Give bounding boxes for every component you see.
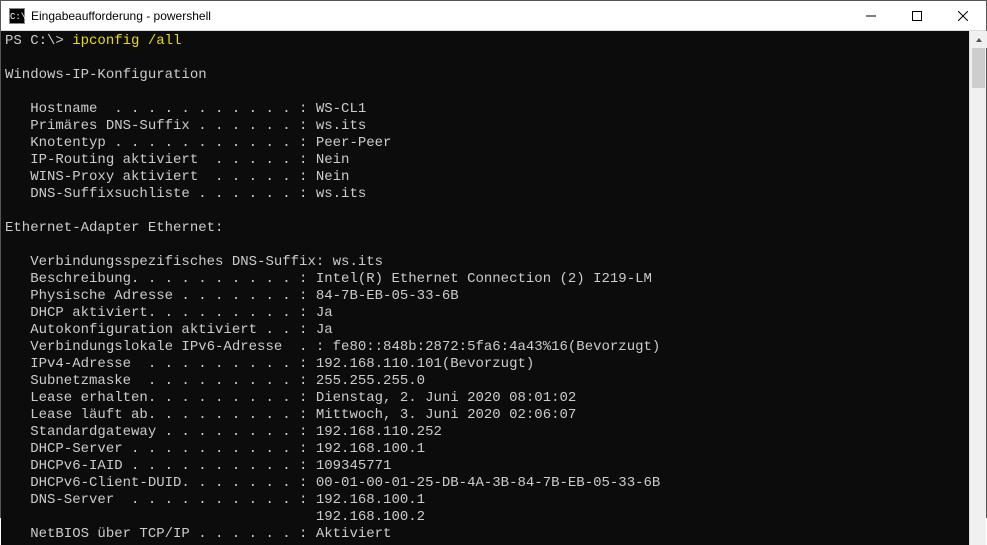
adapter-line: DNS-Server . . . . . . . . . . : 192.168…: [5, 492, 425, 508]
config-line: Primäres DNS-Suffix . . . . . . : ws.its: [5, 118, 366, 134]
close-button[interactable]: [940, 1, 986, 31]
vertical-scrollbar[interactable]: [969, 31, 986, 545]
adapter-header: Ethernet-Adapter Ethernet:: [5, 220, 223, 236]
config-line: IP-Routing aktiviert . . . . . : Nein: [5, 152, 349, 168]
adapter-line: Standardgateway . . . . . . . . : 192.16…: [5, 424, 442, 440]
close-icon: [958, 11, 968, 21]
config-line: Knotentyp . . . . . . . . . . . : Peer-P…: [5, 135, 391, 151]
config-line: DNS-Suffixsuchliste . . . . . . : ws.its: [5, 186, 366, 202]
console-output[interactable]: PS C:\> ipconfig /all Windows-IP-Konfigu…: [1, 31, 969, 545]
scrollbar-thumb[interactable]: [972, 48, 985, 88]
maximize-button[interactable]: [894, 1, 940, 31]
command-prompt-window: C:\ Eingabeaufforderung - powershell PS …: [0, 0, 987, 518]
adapter-line: DHCP aktiviert. . . . . . . . . : Ja: [5, 305, 333, 321]
scrollbar-up-button[interactable]: [970, 31, 987, 48]
adapter-line: Verbindungsspezifisches DNS-Suffix: ws.i…: [5, 254, 383, 270]
adapter-line: DHCPv6-Client-DUID. . . . . . . : 00-01-…: [5, 475, 660, 491]
adapter-line: Lease erhalten. . . . . . . . . : Dienst…: [5, 390, 576, 406]
prompt-text: PS C:\>: [5, 33, 72, 49]
adapter-line: IPv4-Adresse . . . . . . . . . : 192.168…: [5, 356, 534, 372]
section-header: Windows-IP-Konfiguration: [5, 67, 207, 83]
adapter-line: Physische Adresse . . . . . . . : 84-7B-…: [5, 288, 459, 304]
adapter-line: 192.168.100.2: [5, 509, 425, 525]
adapter-line: Subnetzmaske . . . . . . . . . : 255.255…: [5, 373, 425, 389]
chevron-up-icon: [975, 36, 983, 44]
adapter-line: Beschreibung. . . . . . . . . . : Intel(…: [5, 271, 652, 287]
app-icon: C:\: [9, 8, 25, 24]
adapter-line: DHCP-Server . . . . . . . . . . : 192.16…: [5, 441, 425, 457]
adapter-line: Autokonfiguration aktiviert . . : Ja: [5, 322, 333, 338]
adapter-line: Verbindungslokale IPv6-Adresse . : fe80:…: [5, 339, 660, 355]
command-text: ipconfig /all: [72, 33, 181, 49]
window-title: Eingabeaufforderung - powershell: [31, 9, 211, 23]
maximize-icon: [912, 11, 922, 21]
console-area: PS C:\> ipconfig /all Windows-IP-Konfigu…: [1, 31, 986, 545]
minimize-icon: [866, 11, 876, 21]
adapter-line: NetBIOS über TCP/IP . . . . . . : Aktivi…: [5, 526, 391, 542]
config-line: WINS-Proxy aktiviert . . . . . : Nein: [5, 169, 349, 185]
adapter-line: DHCPv6-IAID . . . . . . . . . . : 109345…: [5, 458, 391, 474]
minimize-button[interactable]: [848, 1, 894, 31]
titlebar[interactable]: C:\ Eingabeaufforderung - powershell: [1, 1, 986, 31]
adapter-line: Lease läuft ab. . . . . . . . . : Mittwo…: [5, 407, 576, 423]
config-line: Hostname . . . . . . . . . . . : WS-CL1: [5, 101, 366, 117]
